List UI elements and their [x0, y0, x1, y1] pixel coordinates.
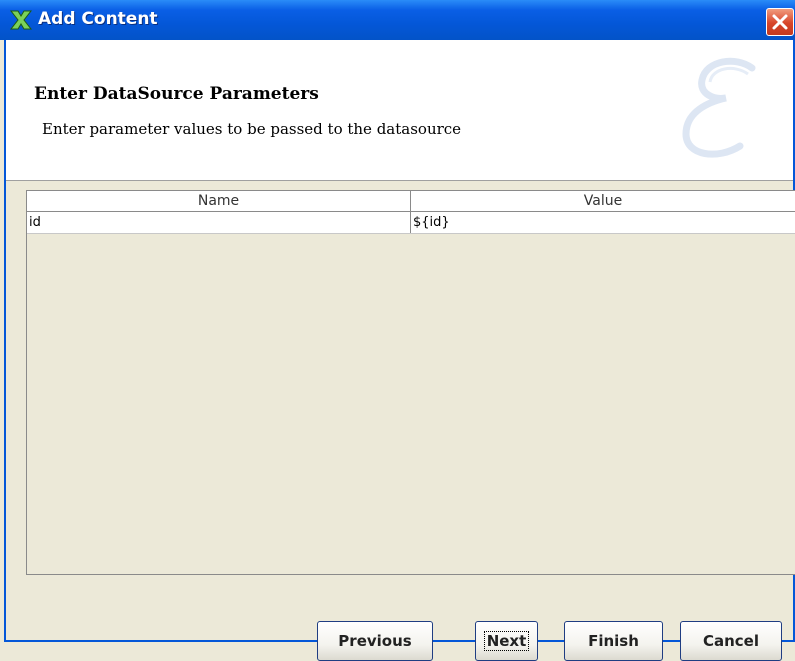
previous-button[interactable]: Previous — [317, 621, 433, 661]
column-header-name[interactable]: Name — [27, 191, 411, 211]
dialog-body: Enter DataSource Parameters Enter parame… — [4, 40, 795, 661]
finish-button[interactable]: Finish — [564, 621, 663, 661]
close-icon — [772, 14, 788, 30]
table-row[interactable]: id ${id} — [27, 212, 795, 234]
script-e-logo — [682, 57, 756, 158]
page-title: Enter DataSource Parameters — [34, 84, 319, 104]
cancel-button[interactable]: Cancel — [680, 621, 782, 661]
table-header: Name Value — [27, 191, 795, 212]
page-subtitle: Enter parameter values to be passed to t… — [42, 120, 462, 138]
window-title: Add Content — [38, 9, 158, 29]
add-content-dialog: Add Content Enter DataSource Parameters … — [0, 0, 795, 661]
close-button[interactable] — [766, 8, 794, 36]
cancel-button-label: Cancel — [702, 632, 759, 650]
cell-name[interactable]: id — [27, 212, 411, 233]
wizard-header: Enter DataSource Parameters Enter parame… — [6, 40, 793, 181]
column-header-value[interactable]: Value — [411, 191, 795, 211]
cell-value[interactable]: ${id} — [411, 212, 795, 233]
parameters-table[interactable]: Name Value id ${id} — [26, 190, 795, 575]
next-button[interactable]: Next — [475, 621, 538, 661]
finish-button-label: Finish — [588, 632, 639, 650]
app-icon — [9, 10, 33, 30]
title-bar[interactable]: Add Content — [0, 0, 795, 40]
next-button-label: Next — [483, 631, 530, 651]
previous-button-label: Previous — [338, 632, 412, 650]
